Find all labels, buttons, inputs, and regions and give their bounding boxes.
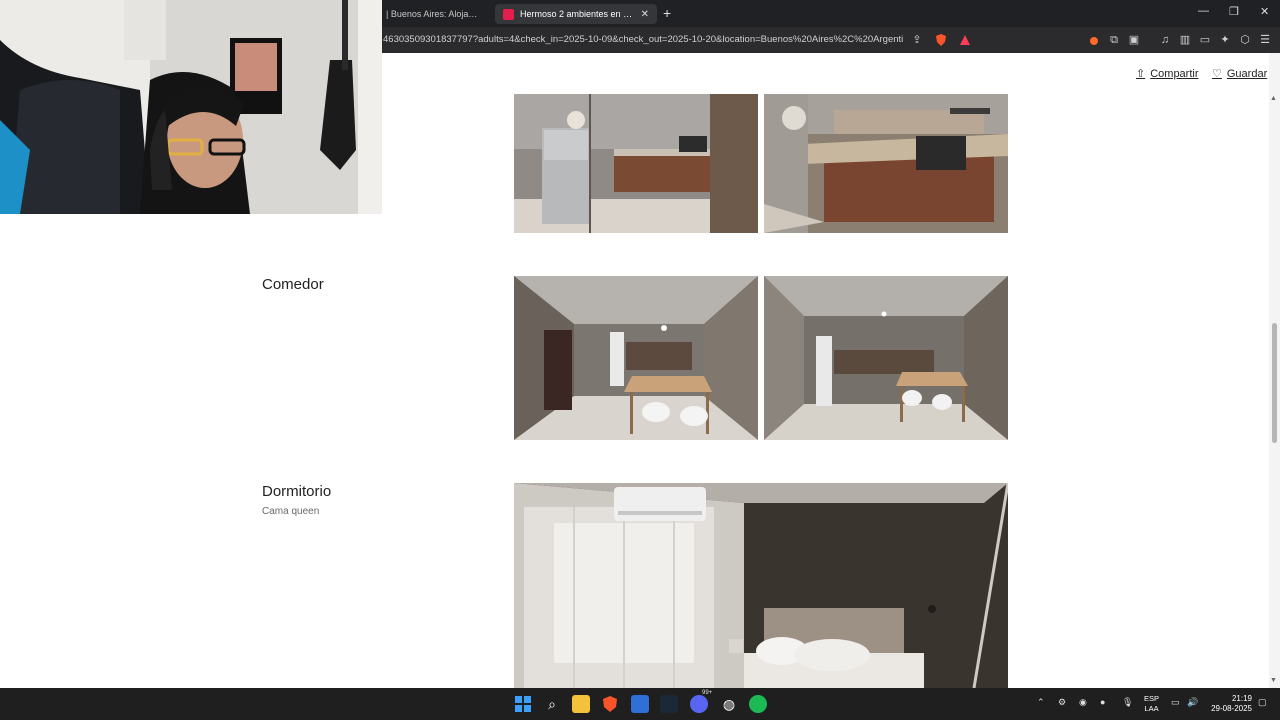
tab-label: | Buenos Aires: Alojamiento bbox=[386, 9, 482, 19]
save-button[interactable]: ♡ Guardar bbox=[1212, 67, 1268, 81]
vpn-icon[interactable]: ⬡ bbox=[1238, 33, 1252, 47]
tab-buenos-aires[interactable]: | Buenos Aires: Alojamiento bbox=[378, 4, 490, 24]
brave-shield-icon[interactable] bbox=[934, 33, 948, 47]
volume-icon[interactable]: 🔊 bbox=[1187, 697, 1198, 708]
menu-icon[interactable]: ☰ bbox=[1258, 33, 1272, 47]
screenshot-icon[interactable]: ▣ bbox=[1127, 33, 1141, 47]
search-icon[interactable]: ⌕ bbox=[543, 695, 561, 713]
kitchen-photo-2[interactable] bbox=[764, 94, 1008, 233]
airbnb-favicon-icon bbox=[503, 8, 514, 20]
spotify-icon[interactable] bbox=[749, 695, 767, 713]
system-clock[interactable]: 21:19 29-08-2025 bbox=[1206, 694, 1252, 714]
share-button[interactable]: ⇧ Compartir bbox=[1136, 67, 1199, 81]
tray-status-icon[interactable]: ● bbox=[1100, 697, 1105, 707]
scrollbar-thumb[interactable] bbox=[1272, 323, 1277, 443]
network-icon[interactable]: ▭ bbox=[1171, 697, 1180, 708]
brave-browser-icon[interactable] bbox=[601, 695, 619, 713]
file-explorer-icon[interactable] bbox=[572, 695, 590, 713]
extension-flame-icon[interactable] bbox=[1087, 33, 1101, 47]
share-label: Compartir bbox=[1150, 67, 1199, 80]
share-icon: ⇧ bbox=[1136, 68, 1146, 80]
tab-hermoso[interactable]: Hermoso 2 ambientes en Palermo ✕ bbox=[495, 4, 657, 24]
section-title-dormitorio: Dormitorio bbox=[262, 483, 332, 500]
media-icon[interactable]: ♫ bbox=[1158, 33, 1172, 47]
url-field[interactable]: 46303509301837797?adults=4&check_in=2025… bbox=[383, 34, 903, 45]
language-indicator[interactable]: ESP LAA bbox=[1144, 694, 1159, 714]
kitchen-photo-1[interactable] bbox=[514, 94, 758, 233]
windows-taskbar: ⌕ 99+ ◍ ⌃ ⚙ ◉ ● 🎙 ESP LAA ▭ 🔊 21:19 29-0… bbox=[0, 688, 1280, 720]
tray-steam-icon[interactable]: ◉ bbox=[1079, 697, 1087, 708]
photos-app-icon[interactable] bbox=[631, 695, 649, 713]
microphone-icon[interactable]: 🎙 bbox=[1122, 697, 1133, 708]
extensions-icon[interactable]: ⧉ bbox=[1107, 33, 1121, 47]
webcam-overlay bbox=[0, 0, 382, 214]
clock-time: 21:19 bbox=[1231, 694, 1252, 703]
scroll-up-arrow-icon[interactable]: ▲ bbox=[1270, 95, 1277, 102]
tab-label: Hermoso 2 ambientes en Palermo bbox=[520, 9, 635, 19]
clock-date: 29-08-2025 bbox=[1211, 704, 1252, 713]
discord-icon[interactable] bbox=[690, 695, 708, 713]
new-tab-button[interactable]: + bbox=[663, 5, 671, 21]
screen: | Buenos Aires: Alojamiento Hermoso 2 am… bbox=[0, 0, 1280, 720]
close-window-button[interactable]: ✕ bbox=[1260, 5, 1269, 18]
share-page-icon[interactable]: ⇪ bbox=[910, 33, 924, 47]
section-title-comedor: Comedor bbox=[262, 276, 324, 293]
minimize-button[interactable]: — bbox=[1198, 5, 1209, 17]
section-subtitle-dormitorio: Cama queen bbox=[262, 506, 320, 517]
dining-photo-2[interactable] bbox=[764, 276, 1008, 440]
tray-app-icon[interactable]: ⚙ bbox=[1058, 697, 1066, 708]
save-label: Guardar bbox=[1226, 67, 1268, 80]
sidebar-icon[interactable]: ▥ bbox=[1178, 33, 1192, 47]
windows-start-icon[interactable] bbox=[514, 695, 532, 713]
notifications-icon[interactable]: ▢ bbox=[1258, 697, 1267, 708]
obs-icon[interactable]: ◍ bbox=[720, 695, 738, 713]
leo-ai-icon[interactable]: ✦ bbox=[1218, 33, 1232, 47]
steam-icon[interactable] bbox=[660, 695, 678, 713]
scroll-down-arrow-icon[interactable]: ▼ bbox=[1270, 677, 1277, 684]
discord-badge: 99+ bbox=[702, 690, 713, 696]
keyboard-layout: LAA bbox=[1144, 704, 1159, 713]
maximize-button[interactable]: ❐ bbox=[1229, 5, 1239, 18]
wallet-icon[interactable]: ▭ bbox=[1198, 33, 1212, 47]
brave-rewards-icon[interactable] bbox=[958, 33, 972, 47]
dining-photo-1[interactable] bbox=[514, 276, 758, 440]
tray-overflow-icon[interactable]: ⌃ bbox=[1037, 697, 1045, 708]
tab-close-icon[interactable]: ✕ bbox=[641, 9, 649, 20]
bedroom-photo[interactable] bbox=[514, 483, 1008, 688]
heart-icon: ♡ bbox=[1212, 68, 1222, 80]
language-code: ESP bbox=[1144, 694, 1160, 703]
